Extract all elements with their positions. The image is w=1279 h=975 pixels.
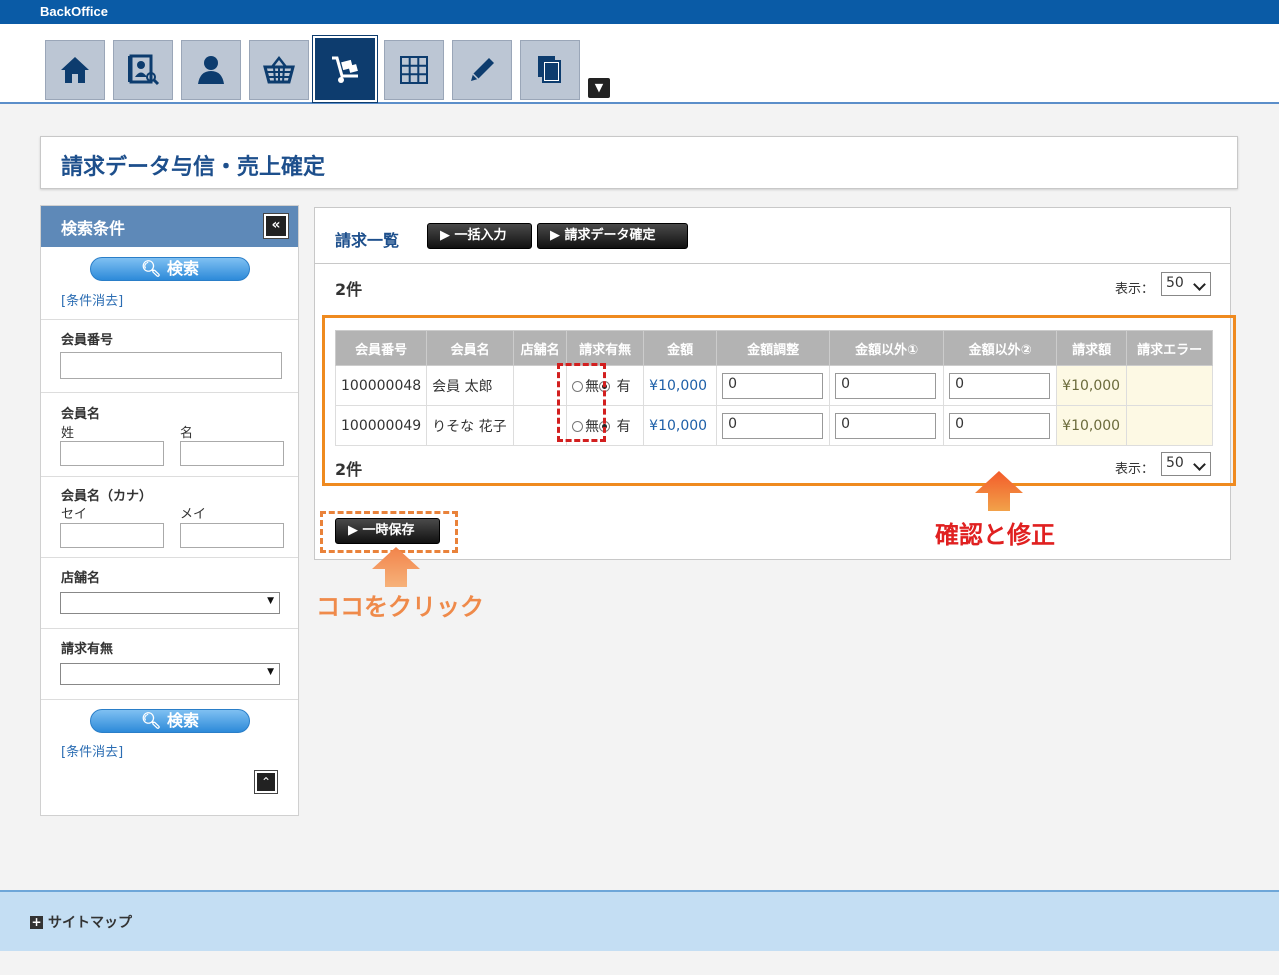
divider [41,628,298,629]
top-bar: BackOffice [0,0,1279,24]
sidebar-title: 検索条件 [61,219,126,238]
main-nav: ▼ [0,24,1279,104]
search-button-label: 検索 [166,259,199,278]
page-title-box: 請求データ与信・売上確定 [40,136,1238,189]
nav-basket[interactable] [249,40,309,100]
bulk-input-button[interactable]: ▶ 一括入力 [427,223,532,249]
store-name-select[interactable] [60,592,280,614]
home-icon [61,57,89,83]
annotation-confirm-fix: 確認と修正 [935,521,1055,549]
divider [41,699,298,700]
grid-icon [400,56,428,84]
member-no-input[interactable] [60,352,282,379]
confirm-billing-label: 請求データ確定 [564,228,656,243]
bulk-input-label: 一括入力 [454,228,507,243]
scroll-top-button[interactable]: ⌃ [254,770,278,794]
play-icon: ▶ [550,228,565,243]
highlight-radio-box [557,363,606,442]
billing-label: 請求有無 [61,642,114,657]
highlight-table-box [322,315,1236,486]
brand-logo: BackOffice [40,4,108,19]
result-count-top: 2件 [335,280,363,299]
nav-more-button[interactable]: ▼ [588,78,610,98]
list-title: 請求一覧 [335,231,400,250]
display-label-top: 表示： [1115,282,1155,297]
member-search-icon [128,54,160,86]
clear-conditions-link-bottom[interactable]: [条件消去] [61,741,123,760]
annotation-click-here: ココをクリック [316,593,484,621]
divider [41,557,298,558]
list-header: 請求一覧 ▶ 一括入力 ▶ 請求データ確定 [315,208,1230,264]
user-icon [198,56,224,84]
up-arrow-icon [975,471,1023,511]
search-button-label: 検索 [166,711,199,730]
nav-cart[interactable] [313,36,377,102]
search-sidebar: 検索条件 « 🔍︎ 検索 [条件消去] 会員番号 会員名 姓 名 会員名（カナ）… [40,205,299,816]
first-kana-label: メイ [180,507,207,522]
search-button-bottom[interactable]: 🔍︎ 検索 [90,709,250,733]
store-name-label: 店舗名 [61,571,101,586]
nav-home[interactable] [45,40,105,100]
collapse-sidebar-button[interactable]: « [263,213,289,239]
confirm-billing-button[interactable]: ▶ 請求データ確定 [537,223,688,249]
divider [41,476,298,477]
first-name-label: 名 [180,426,194,441]
play-icon: ▶ [440,228,455,243]
sidebar-header: 検索条件 « [41,206,298,247]
divider [41,319,298,320]
member-kana-label: 会員名（カナ） [61,489,153,504]
divider [41,392,298,393]
last-name-label: 姓 [61,426,75,441]
search-button-top[interactable]: 🔍︎ 検索 [90,257,250,281]
display-count-select-top[interactable]: 50 [1161,272,1211,296]
page-title: 請求データ与信・売上確定 [61,155,326,180]
nav-edit[interactable] [452,40,512,100]
nav-grid[interactable] [384,40,444,100]
documents-icon [538,56,561,83]
clear-conditions-link-top[interactable]: [条件消去] [61,290,123,309]
last-kana-label: セイ [61,507,88,522]
member-no-label: 会員番号 [61,333,114,348]
nav-documents[interactable] [520,40,580,100]
basket-icon [263,55,295,84]
nav-member-search[interactable] [113,40,173,100]
search-icon: 🔍︎ [141,711,162,730]
plus-icon: + [30,915,43,929]
up-arrow-icon [372,547,420,587]
pencil-icon [471,58,494,81]
billing-select[interactable] [60,663,280,685]
last-kana-input[interactable] [60,523,164,548]
footer: + サイトマップ [0,890,1279,951]
last-name-input[interactable] [60,441,164,466]
nav-user[interactable] [181,40,241,100]
search-icon: 🔍︎ [141,259,162,278]
cart-icon [332,56,358,83]
first-name-input[interactable] [180,441,284,466]
member-name-label: 会員名 [61,407,101,422]
sitemap-link[interactable]: サイトマップ [48,912,132,932]
first-kana-input[interactable] [180,523,284,548]
